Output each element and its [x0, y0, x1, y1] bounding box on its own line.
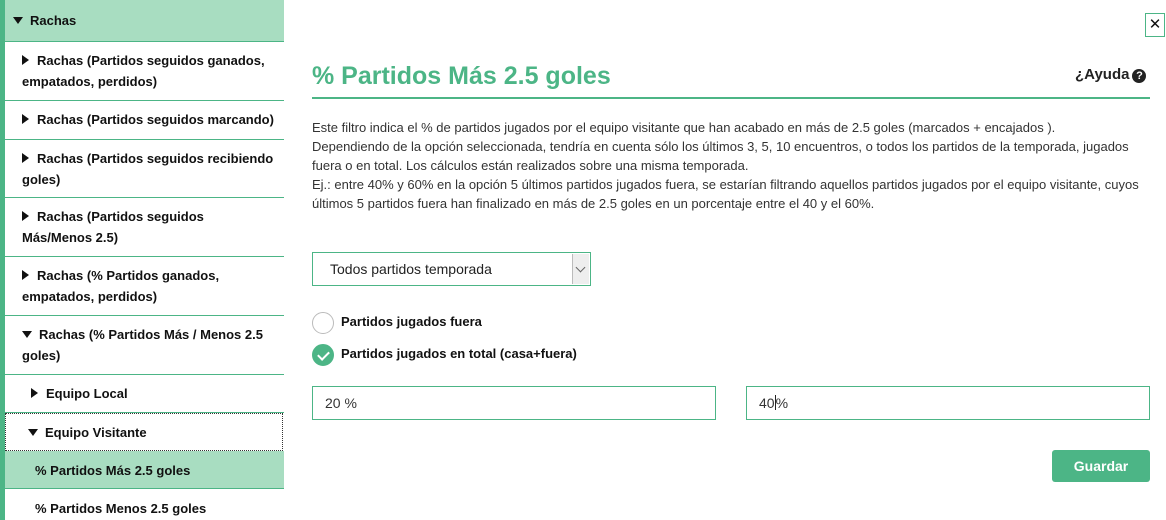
sidebar-item-label: Rachas (% Partidos ganados, empatados, p…: [22, 268, 220, 304]
max-percent-suffix: %: [775, 395, 789, 411]
description-line-2: Dependiendo de la opción seleccionada, t…: [312, 139, 1129, 173]
sidebar-item-pct-menos-25[interactable]: % Partidos Menos 2.5 goles: [5, 489, 284, 520]
caret-right-icon: [22, 114, 29, 124]
title-divider: [312, 97, 1150, 99]
caret-right-icon: [22, 270, 29, 280]
checkmark-icon[interactable]: [312, 344, 334, 366]
sidebar: Rachas Rachas (Partidos seguidos ganados…: [0, 0, 284, 520]
sidebar-header-label: Rachas: [30, 13, 77, 28]
sidebar-item-label: % Partidos Menos 2.5 goles: [35, 501, 207, 516]
max-percent-input[interactable]: 40%: [746, 386, 1150, 420]
radio-away-label: Partidos jugados fuera: [341, 314, 482, 329]
sidebar-item-rachas-pct-mas-menos[interactable]: Rachas (% Partidos Más / Menos 2.5 goles…: [5, 316, 284, 375]
description-line-3: Ej.: entre 40% y 60% en la opción 5 últi…: [312, 177, 1139, 211]
page-title: % Partidos Más 2.5 goles: [312, 62, 611, 90]
sidebar-item-rachas-marcando[interactable]: Rachas (Partidos seguidos marcando): [5, 101, 284, 140]
min-percent-value: 20 %: [325, 395, 357, 411]
sidebar-item-label: Equipo Visitante: [45, 425, 147, 440]
select-value: Todos partidos temporada: [330, 261, 492, 277]
sidebar-item-label: Equipo Local: [46, 386, 128, 401]
caret-right-icon: [31, 388, 38, 398]
caret-down-icon: [28, 429, 38, 436]
sidebar-item-equipo-local[interactable]: Equipo Local: [5, 375, 284, 413]
sidebar-item-pct-mas-25[interactable]: % Partidos Más 2.5 goles: [5, 451, 284, 489]
caret-right-icon: [22, 55, 29, 65]
sidebar-item-label: Rachas (Partidos seguidos recibiendo gol…: [22, 151, 274, 187]
sidebar-item-label: Rachas (Partidos seguidos marcando): [37, 112, 274, 127]
sidebar-item-rachas-ganados[interactable]: Rachas (Partidos seguidos ganados, empat…: [5, 42, 284, 101]
description-line-1: Este filtro indica el % de partidos juga…: [312, 120, 1056, 135]
sidebar-item-rachas-mas-menos[interactable]: Rachas (Partidos seguidos Más/Menos 2.5): [5, 198, 284, 257]
sidebar-header-rachas[interactable]: Rachas: [5, 0, 284, 42]
close-button[interactable]: ✕: [1145, 13, 1165, 37]
question-icon: ?: [1132, 69, 1147, 83]
sidebar-item-label: Rachas (% Partidos Más / Menos 2.5 goles…: [22, 327, 263, 363]
max-percent-value: 40: [759, 395, 775, 411]
save-button[interactable]: Guardar: [1052, 450, 1150, 482]
min-percent-input[interactable]: 20 %: [312, 386, 716, 420]
sidebar-item-equipo-visitante[interactable]: Equipo Visitante: [5, 413, 283, 451]
radio-circle[interactable]: [312, 312, 334, 334]
caret-right-icon: [22, 153, 29, 163]
help-link[interactable]: ¿Ayuda?: [1075, 66, 1147, 83]
sidebar-item-rachas-pct-ganados[interactable]: Rachas (% Partidos ganados, empatados, p…: [5, 257, 284, 316]
sidebar-item-rachas-recibiendo[interactable]: Rachas (Partidos seguidos recibiendo gol…: [5, 140, 284, 198]
caret-down-icon: [13, 17, 23, 24]
sidebar-item-label: Rachas (Partidos seguidos Más/Menos 2.5): [22, 209, 204, 245]
sidebar-item-label: Rachas (Partidos seguidos ganados, empat…: [22, 53, 265, 89]
matches-select[interactable]: Todos partidos temporada: [312, 252, 591, 286]
caret-down-icon: [22, 331, 32, 338]
caret-right-icon: [22, 211, 29, 221]
radio-total-label: Partidos jugados en total (casa+fuera): [341, 346, 577, 361]
chevron-down-icon[interactable]: [572, 254, 589, 284]
sidebar-item-label: % Partidos Más 2.5 goles: [35, 463, 191, 478]
help-label: ¿Ayuda: [1075, 66, 1130, 83]
filter-description: Este filtro indica el % de partidos juga…: [312, 118, 1152, 213]
